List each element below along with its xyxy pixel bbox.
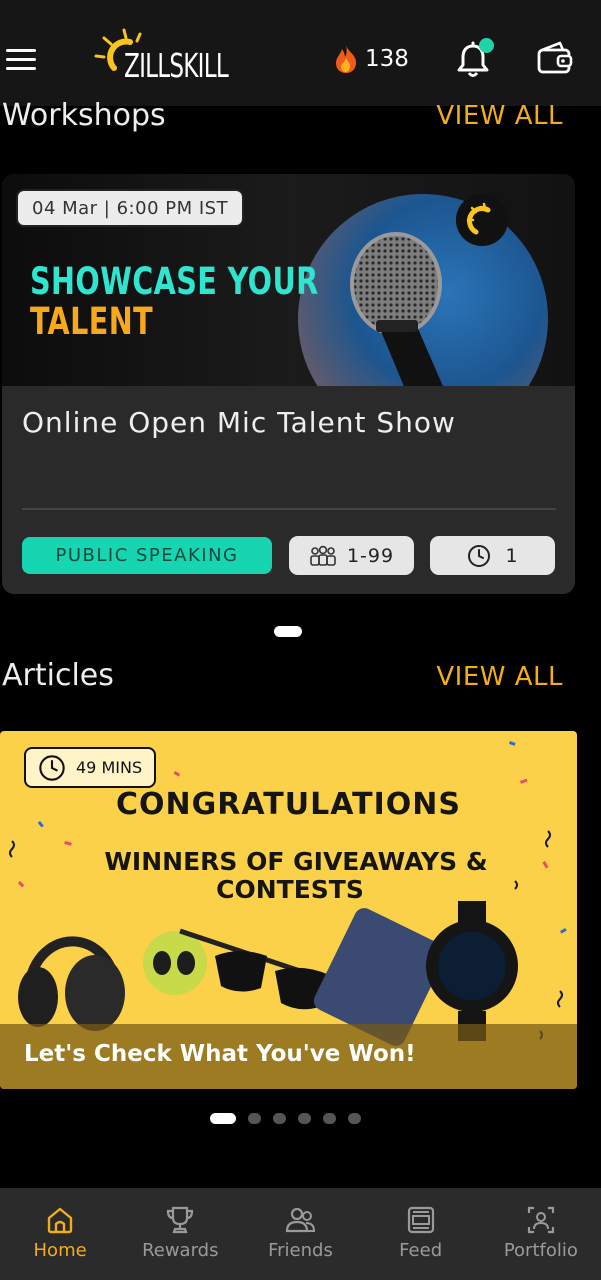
articles-view-all-link[interactable]: VIEW ALL (436, 662, 563, 692)
articles-carousel-pager (210, 1113, 361, 1124)
feed-icon (407, 1206, 434, 1234)
pager-dot[interactable] (273, 1113, 286, 1124)
pager-dot[interactable] (323, 1113, 336, 1124)
participants-range: 1-99 (346, 544, 395, 567)
participants-tag: 1-99 (289, 536, 414, 575)
nav-friends-label: Friends (268, 1240, 333, 1261)
zillskill-badge-icon (456, 194, 508, 246)
app-header: ZILLSKILL 138 (0, 0, 601, 106)
nav-home[interactable]: Home (0, 1188, 120, 1280)
trophy-icon (167, 1206, 194, 1234)
workshops-view-all-link[interactable]: VIEW ALL (436, 101, 563, 131)
pager-dot[interactable] (248, 1113, 261, 1124)
nav-portfolio-label: Portfolio (503, 1240, 578, 1261)
article-caption: Let's Check What You've Won! (24, 1041, 416, 1067)
read-time: 49 MINS (76, 758, 143, 777)
streak-count: 138 (365, 46, 409, 72)
home-icon (47, 1207, 73, 1234)
workshops-title: Workshops (2, 98, 166, 133)
nav-feed-label: Feed (399, 1240, 443, 1261)
workshop-card[interactable]: 04 Mar | 6:00 PM IST SHOWCASE YOUR TALEN… (2, 174, 575, 594)
category-tag: PUBLIC SPEAKING (22, 537, 272, 574)
article-subheadline-1: WINNERS OF GIVEAWAYS & (104, 847, 488, 876)
duration-tag: 1 (430, 536, 555, 575)
notification-badge (479, 38, 494, 53)
workshop-date-pill: 04 Mar | 6:00 PM IST (16, 189, 245, 227)
nav-friends[interactable]: Friends (240, 1188, 360, 1280)
nav-portfolio[interactable]: Portfolio (481, 1188, 601, 1280)
brand-wordmark: ZILLSKILL (124, 46, 229, 85)
clock-icon (468, 544, 491, 567)
duration-value: 1 (505, 544, 518, 567)
banner-headline-line2: TALENT (30, 300, 154, 343)
article-card[interactable]: 49 MINS CONGRATULATIONS WINNERS OF GIVEA… (0, 731, 577, 1089)
card-divider (22, 508, 556, 510)
pager-dot[interactable] (298, 1113, 311, 1124)
friends-icon (286, 1207, 316, 1233)
bottom-navigation: Home Rewards Friends Feed Portfolio (0, 1188, 601, 1280)
nav-feed[interactable]: Feed (361, 1188, 481, 1280)
portfolio-icon (527, 1206, 554, 1234)
workshops-pager-dot[interactable] (274, 626, 302, 637)
nav-rewards-label: Rewards (142, 1240, 219, 1261)
nav-rewards[interactable]: Rewards (120, 1188, 240, 1280)
read-time-badge: 49 MINS (24, 747, 157, 788)
microphone-image (298, 194, 548, 386)
workshop-banner: 04 Mar | 6:00 PM IST SHOWCASE YOUR TALEN… (2, 174, 575, 386)
group-icon (310, 545, 336, 566)
article-subheadline-2: CONTESTS (216, 875, 364, 904)
pager-dot-active[interactable] (210, 1113, 236, 1124)
banner-headline-line1: SHOWCASE YOUR (30, 260, 319, 303)
clock-icon (39, 754, 65, 781)
wallet-icon[interactable] (536, 40, 574, 76)
fire-icon (336, 45, 357, 73)
streak-counter[interactable]: 138 (333, 44, 409, 74)
article-headline: CONGRATULATIONS (116, 787, 461, 822)
pager-dot[interactable] (348, 1113, 361, 1124)
workshop-title: Online Open Mic Talent Show (22, 406, 456, 439)
articles-title: Articles (2, 658, 114, 693)
menu-icon[interactable] (6, 49, 38, 73)
nav-home-label: Home (33, 1240, 87, 1261)
